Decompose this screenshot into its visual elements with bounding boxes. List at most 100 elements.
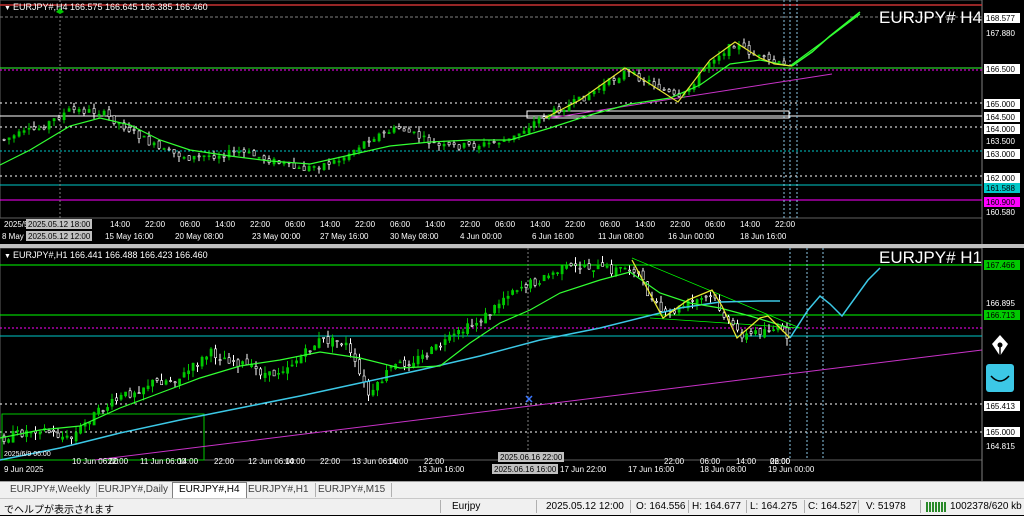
tab-h1[interactable]: EURJPY#,H1 bbox=[242, 483, 316, 497]
h1-candle bbox=[736, 323, 740, 331]
h4-time-label-row1-8: 14:00 bbox=[320, 220, 341, 229]
h1-candle bbox=[425, 355, 429, 358]
h1-candle bbox=[160, 380, 164, 386]
h1-candle bbox=[128, 390, 132, 398]
tab-weekly[interactable]: EURJPY#,Weekly bbox=[4, 483, 98, 497]
h4-candle bbox=[332, 160, 336, 164]
h4-time-label-row2-0: 8 May bbox=[2, 232, 24, 241]
h4-candle bbox=[317, 167, 321, 170]
h4-candle bbox=[297, 167, 301, 170]
connection-bars-icon bbox=[926, 502, 946, 512]
h4-candle bbox=[197, 155, 201, 158]
h4-time-label-row2-9: 11 Jun 08:00 bbox=[598, 232, 644, 241]
h4-time-label-row2-3: 20 May 08:00 bbox=[175, 232, 224, 241]
h1-candle bbox=[497, 303, 501, 309]
h4-candle bbox=[672, 89, 676, 95]
h1-time-label-8: 14:00 bbox=[285, 457, 306, 466]
h4-chart-pane[interactable]: 168.577 167.880 166.500 165.000 164.500 164.0… bbox=[0, 0, 1024, 244]
h4-candle bbox=[7, 137, 11, 140]
h4-candle bbox=[77, 109, 81, 112]
h4-candle bbox=[522, 130, 526, 134]
h4-candle bbox=[102, 110, 106, 115]
h1-candle bbox=[659, 301, 663, 312]
h1-candle bbox=[695, 299, 699, 304]
tab-h4[interactable]: EURJPY#,H4 bbox=[172, 482, 247, 499]
h1-candle bbox=[290, 364, 294, 367]
pen-tool-icon[interactable] bbox=[986, 332, 1014, 360]
h1-candle bbox=[565, 265, 569, 269]
h4-candle bbox=[32, 126, 36, 130]
h4-time-label-row1-10: 06:00 bbox=[390, 220, 411, 229]
h1-price-label-1: 166.895 bbox=[986, 299, 1015, 308]
collapse-triangle-icon[interactable]: ▼ bbox=[4, 253, 11, 260]
h4-price-label-3: 165.000 bbox=[986, 100, 1015, 109]
h4-candle bbox=[252, 150, 256, 157]
tab-m15[interactable]: EURJPY#,M15 bbox=[312, 483, 393, 497]
h4-candle bbox=[157, 140, 161, 149]
h1-candle bbox=[254, 366, 258, 370]
h4-candle bbox=[742, 42, 746, 48]
h4-time-label-row1-17: 14:00 bbox=[635, 220, 656, 229]
tab-daily[interactable]: EURJPY#,Daily bbox=[92, 483, 176, 497]
h1-price-label-3: 165.413 bbox=[986, 402, 1015, 411]
h1-time-label-16: 17 Jun 22:00 bbox=[560, 465, 607, 474]
h4-candle bbox=[407, 128, 411, 133]
h1-candle bbox=[623, 267, 627, 270]
h1-candle bbox=[587, 263, 591, 270]
h4-time-label-row2-4: 23 May 00:00 bbox=[252, 232, 301, 241]
status-close: C: 164.527 bbox=[808, 501, 857, 512]
h4-candle bbox=[662, 88, 666, 91]
arc-tool-icon[interactable] bbox=[986, 364, 1014, 392]
h1-candle bbox=[16, 430, 20, 432]
h1-candle bbox=[61, 436, 65, 440]
h1-chart-pane[interactable]: 167.466 166.895 166.713 165.413 165.000 164.8… bbox=[0, 248, 1024, 481]
h4-chart-canvas[interactable]: 168.577 167.880 166.500 165.000 164.500 164.0… bbox=[0, 0, 1024, 244]
h1-candle bbox=[524, 284, 528, 288]
h4-candle bbox=[487, 142, 491, 145]
h1-time-label-14: 2025.06.16 22:00 bbox=[500, 453, 563, 462]
h4-candle bbox=[137, 130, 141, 139]
h1-candle bbox=[214, 348, 218, 359]
h4-candle bbox=[707, 62, 711, 69]
h4-candle bbox=[437, 143, 441, 146]
h4-candle bbox=[207, 155, 211, 158]
h4-candle bbox=[467, 141, 471, 145]
h4-candle bbox=[457, 144, 461, 150]
h4-price-label-4: 164.500 bbox=[986, 113, 1015, 122]
collapse-triangle-icon[interactable]: ▼ bbox=[4, 5, 11, 12]
h4-time-label-row1-3: 22:00 bbox=[145, 220, 166, 229]
h4-candle bbox=[22, 130, 26, 133]
h1-candle bbox=[173, 381, 177, 384]
h1-candle bbox=[137, 392, 141, 394]
h4-candle bbox=[47, 121, 51, 130]
h4-candle bbox=[247, 151, 251, 154]
h4-time-label-row1-4: 06:00 bbox=[180, 220, 201, 229]
h1-chart-canvas[interactable]: 167.466 166.895 166.713 165.413 165.000 164.8… bbox=[0, 248, 1024, 481]
h1-candle bbox=[38, 431, 42, 435]
status-bar: でヘルプが表示されます Eurjpy 2025.05.12 12:00 O: 1… bbox=[0, 498, 1024, 516]
h1-candle bbox=[281, 371, 285, 373]
h1-candle bbox=[520, 286, 524, 289]
h4-candle bbox=[472, 143, 476, 148]
h1-candle bbox=[164, 380, 168, 385]
h1-candle bbox=[673, 310, 677, 314]
h1-candle bbox=[286, 367, 290, 374]
h4-candle bbox=[312, 166, 316, 168]
h1-candle bbox=[691, 300, 695, 302]
h1-candle bbox=[241, 361, 245, 365]
h4-candle bbox=[307, 165, 311, 172]
h1-time-label-17: 17 Jun 16:00 bbox=[628, 465, 675, 474]
h4-candle bbox=[712, 59, 716, 64]
h4-candle bbox=[17, 131, 21, 137]
h4-candle bbox=[517, 133, 521, 136]
h1-candle bbox=[358, 359, 362, 375]
h4-price-label-8: 162.000 bbox=[986, 174, 1015, 183]
h4-candle bbox=[767, 53, 771, 60]
h1-candle bbox=[79, 425, 83, 434]
h1-candle bbox=[169, 380, 173, 382]
h1-candle bbox=[709, 295, 713, 298]
h1-candle bbox=[70, 436, 74, 439]
h1-candle bbox=[749, 331, 753, 334]
h1-candle bbox=[371, 389, 375, 396]
h1-candle bbox=[110, 398, 114, 407]
